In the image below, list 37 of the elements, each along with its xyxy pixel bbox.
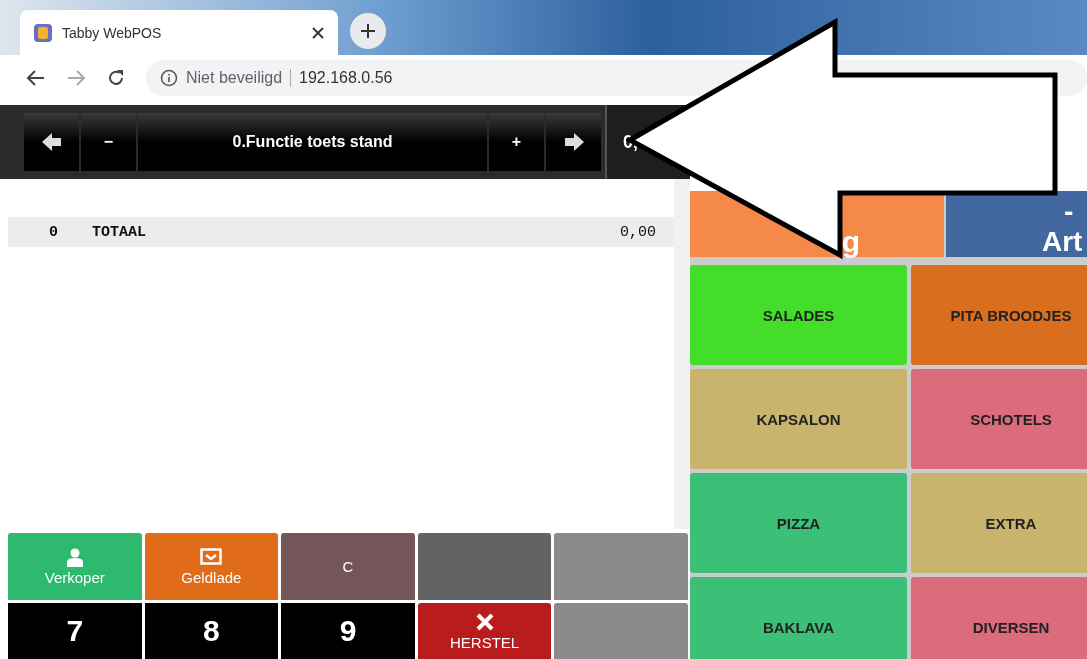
product-group-button[interactable]: PITA BROODJES xyxy=(911,265,1087,365)
browser-tab[interactable]: Tabby WebPOS xyxy=(20,10,338,55)
close-icon[interactable] xyxy=(312,26,324,39)
product-group-button[interactable]: SALADES xyxy=(690,265,907,365)
product-group-button[interactable]: DIVERSEN xyxy=(911,577,1087,659)
scrollbar[interactable] xyxy=(674,179,690,529)
app-logo-icon xyxy=(34,23,52,42)
mode-button[interactable]: 0.Functie toets stand xyxy=(138,113,487,171)
info-icon[interactable] xyxy=(160,69,178,87)
tab-title: Tabby WebPOS xyxy=(62,24,163,41)
plus-icon xyxy=(360,23,376,39)
digit-key[interactable]: 7 xyxy=(8,603,142,659)
new-tab-button[interactable] xyxy=(350,13,386,49)
product-group-button[interactable]: PIZZA xyxy=(690,473,907,573)
quantity-text: 0 xyxy=(48,223,58,241)
left-arrow-icon xyxy=(40,131,63,153)
category-tab[interactable]: - Art xyxy=(946,191,1087,257)
product-group-button[interactable]: EXTRA xyxy=(911,473,1087,573)
digit-key[interactable]: 9 xyxy=(281,603,415,659)
keypad-button[interactable]: HERSTEL xyxy=(417,603,552,659)
drawer-icon xyxy=(200,547,223,567)
previous-button[interactable] xyxy=(24,113,79,171)
reload-icon[interactable] xyxy=(106,68,126,88)
amount-text: 0,00 xyxy=(620,223,657,241)
keypad-button[interactable]: C xyxy=(281,533,415,600)
product-group-button[interactable]: BAKLAVA xyxy=(690,577,907,659)
back-icon[interactable] xyxy=(26,68,46,88)
step-button[interactable]: − xyxy=(81,113,136,171)
total-label: TOTAAL xyxy=(91,223,147,241)
digit-key[interactable]: 8 xyxy=(144,603,279,659)
product-group-button[interactable]: KAPSALON xyxy=(690,369,907,469)
next-button[interactable] xyxy=(546,113,601,171)
step-button[interactable]: + xyxy=(489,113,544,171)
right-arrow-icon xyxy=(562,131,585,153)
product-group-button[interactable]: SCHOTELS xyxy=(911,369,1087,469)
url-text: 192.168.0.56 xyxy=(299,69,393,87)
security-label: Niet beveiligd xyxy=(186,69,292,87)
